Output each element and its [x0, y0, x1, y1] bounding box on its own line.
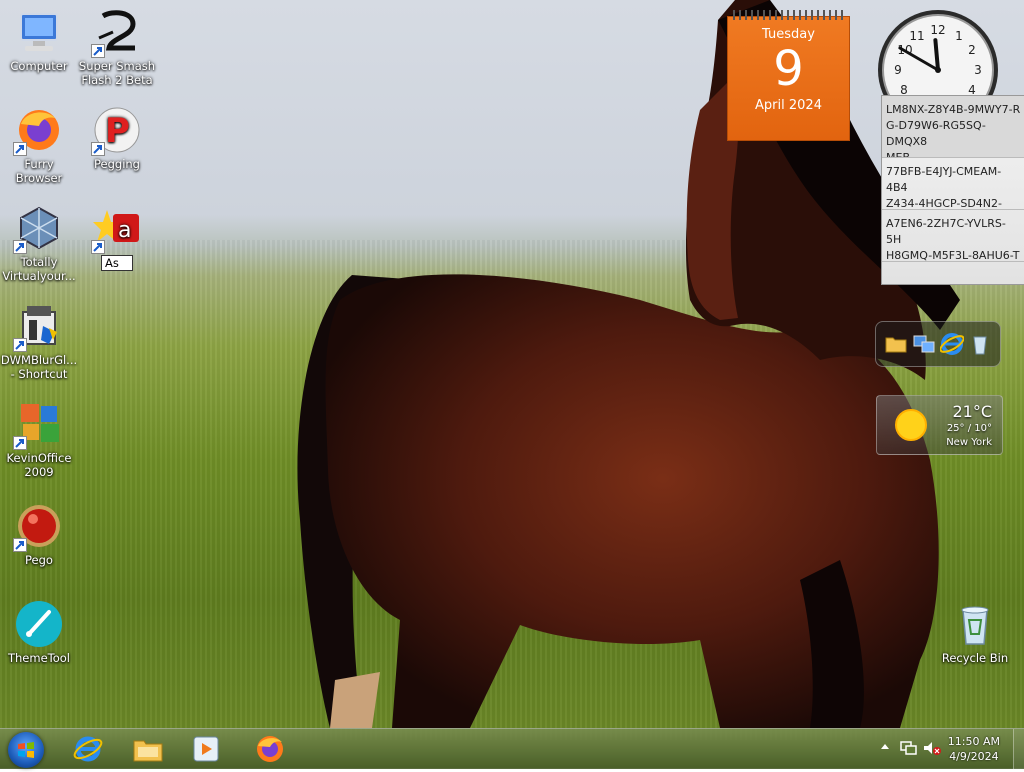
desktop-icon-pego[interactable]: Pego	[0, 502, 78, 567]
svg-text:2: 2	[968, 43, 976, 57]
desktop-icon-computer[interactable]: Computer	[0, 8, 78, 73]
desktop-icon-label: Computer	[10, 59, 68, 73]
calendar-gadget[interactable]: Tuesday 9 April 2024	[727, 10, 850, 141]
ssf2-icon	[91, 8, 141, 58]
weather-range: 25° / 10°	[946, 423, 992, 434]
calendar-day-name: Tuesday	[762, 27, 815, 42]
launcher-gadget	[875, 321, 1001, 367]
shortcut-arrow-icon	[13, 142, 27, 156]
desktop-icon-label: Recycle Bin	[941, 651, 1009, 665]
desktop-icon-furry-browser[interactable]: Furry Browser	[0, 106, 78, 185]
folder-icon[interactable]	[884, 332, 908, 356]
desktop-icon-pegging[interactable]: P Pegging	[78, 106, 156, 171]
weather-gadget[interactable]: 21°C 25° / 10° New York	[876, 395, 1003, 455]
media-player-icon	[193, 736, 219, 762]
shortcut-arrow-icon	[13, 338, 27, 352]
shortcut-arrow-icon	[91, 44, 105, 58]
desktop-icon-label: ThemeTool	[7, 651, 70, 665]
sun-icon	[895, 409, 927, 441]
network-icon[interactable]	[900, 740, 918, 759]
firefox-icon	[257, 736, 283, 762]
note-item[interactable]: A7EN6-2ZH7C-YVLRS-5H H8GMQ-M5F3L-8AHU6-T…	[882, 210, 1024, 262]
taskbar-media-player[interactable]	[184, 732, 228, 766]
desktop-icon-kevinoffice[interactable]: KevinOffice 2009	[0, 400, 78, 479]
svg-text:11: 11	[909, 29, 924, 43]
virtualbox-icon	[13, 204, 63, 254]
taskbar-internet-explorer[interactable]	[66, 732, 110, 766]
firefox-icon	[13, 106, 63, 156]
show-desktop-button[interactable]	[1013, 729, 1024, 769]
weather-city: New York	[946, 437, 992, 448]
windows-logo-icon	[18, 742, 34, 758]
notes-gadget[interactable]: LM8NX-Z8Y4B-9MWY7-R G-D79W6-RG5SQ-DMQX8 …	[881, 95, 1024, 285]
network-icon[interactable]	[912, 332, 936, 356]
tray-time: 11:50 AM	[947, 735, 1000, 748]
desktop-icon-dwmblurglass[interactable]: DWMBlurGl... - Shortcut	[0, 302, 78, 381]
computer-icon	[15, 8, 63, 56]
desktop-icon-label: Furry Browser	[15, 157, 63, 185]
svg-text:P: P	[105, 111, 130, 151]
recycle-bin-icon	[951, 600, 999, 648]
calendar-month-year: April 2024	[755, 98, 822, 113]
themetool-icon	[15, 600, 63, 648]
shortcut-arrow-icon	[13, 436, 27, 450]
star-a-icon: a	[91, 204, 141, 254]
red-ball-icon	[13, 502, 63, 552]
desktop-icon-virtualbox[interactable]: Totally Virtualyour...	[0, 204, 78, 283]
internet-explorer-icon[interactable]	[939, 332, 965, 356]
weather-temperature: 21°C	[952, 402, 992, 421]
svg-text:12: 12	[930, 23, 945, 37]
start-button[interactable]	[8, 732, 44, 768]
calendar-rings	[733, 10, 843, 20]
note-item[interactable]: 77BFB-E4JYJ-CMEAM-4B4 Z434-4HGCP-SD4N2-Y…	[882, 158, 1024, 210]
desktop-icon-renaming[interactable]: a As	[78, 204, 156, 271]
taskbar-firefox[interactable]	[248, 732, 292, 766]
desktop-icon-label: DWMBlurGl... - Shortcut	[0, 353, 78, 381]
desktop-icon-label: Pego	[25, 553, 53, 567]
desktop-icon-label: Super Smash Flash 2 Beta	[78, 59, 156, 87]
calendar-page: Tuesday 9 April 2024	[727, 16, 850, 141]
taskbar-file-explorer[interactable]	[126, 732, 170, 766]
svg-text:3: 3	[974, 63, 982, 77]
volume-muted-icon[interactable]	[923, 740, 941, 759]
rename-input[interactable]: As	[101, 255, 133, 271]
desktop-icon-label: Pegging	[94, 157, 140, 171]
show-hidden-icons-icon[interactable]	[880, 741, 890, 756]
note-item[interactable]: LM8NX-Z8Y4B-9MWY7-R G-D79W6-RG5SQ-DMQX8 …	[882, 96, 1024, 158]
p-logo-icon: P	[91, 106, 141, 156]
desktop-icon-super-smash-flash[interactable]: Super Smash Flash 2 Beta	[78, 8, 156, 87]
office-icon	[13, 400, 63, 450]
shortcut-arrow-icon	[91, 240, 105, 254]
calendar-date: 9	[773, 41, 804, 97]
clock-hour-hand	[933, 38, 940, 72]
svg-text:9: 9	[894, 63, 902, 77]
desktop-icon-themetool[interactable]: ThemeTool	[0, 600, 78, 665]
svg-text:a: a	[118, 218, 131, 243]
dwm-icon	[13, 302, 63, 352]
shortcut-arrow-icon	[13, 240, 27, 254]
shortcut-arrow-icon	[91, 142, 105, 156]
tray-date: 4/9/2024	[949, 750, 999, 763]
desktop-icon-recycle-bin[interactable]: Recycle Bin	[936, 600, 1014, 665]
taskbar: 11:50 AM 4/9/2024	[0, 728, 1024, 769]
file-explorer-icon	[133, 740, 163, 762]
recycle-bin-icon[interactable]	[968, 332, 992, 356]
shortcut-arrow-icon	[13, 538, 27, 552]
system-tray: 11:50 AM 4/9/2024	[875, 729, 1024, 769]
desktop-icon-label: KevinOffice 2009	[6, 451, 72, 479]
tray-clock[interactable]: 11:50 AM 4/9/2024	[948, 734, 1000, 764]
internet-explorer-icon	[73, 736, 103, 762]
svg-text:1: 1	[955, 29, 963, 43]
desktop-icon-label: Totally Virtualyour...	[2, 255, 76, 283]
